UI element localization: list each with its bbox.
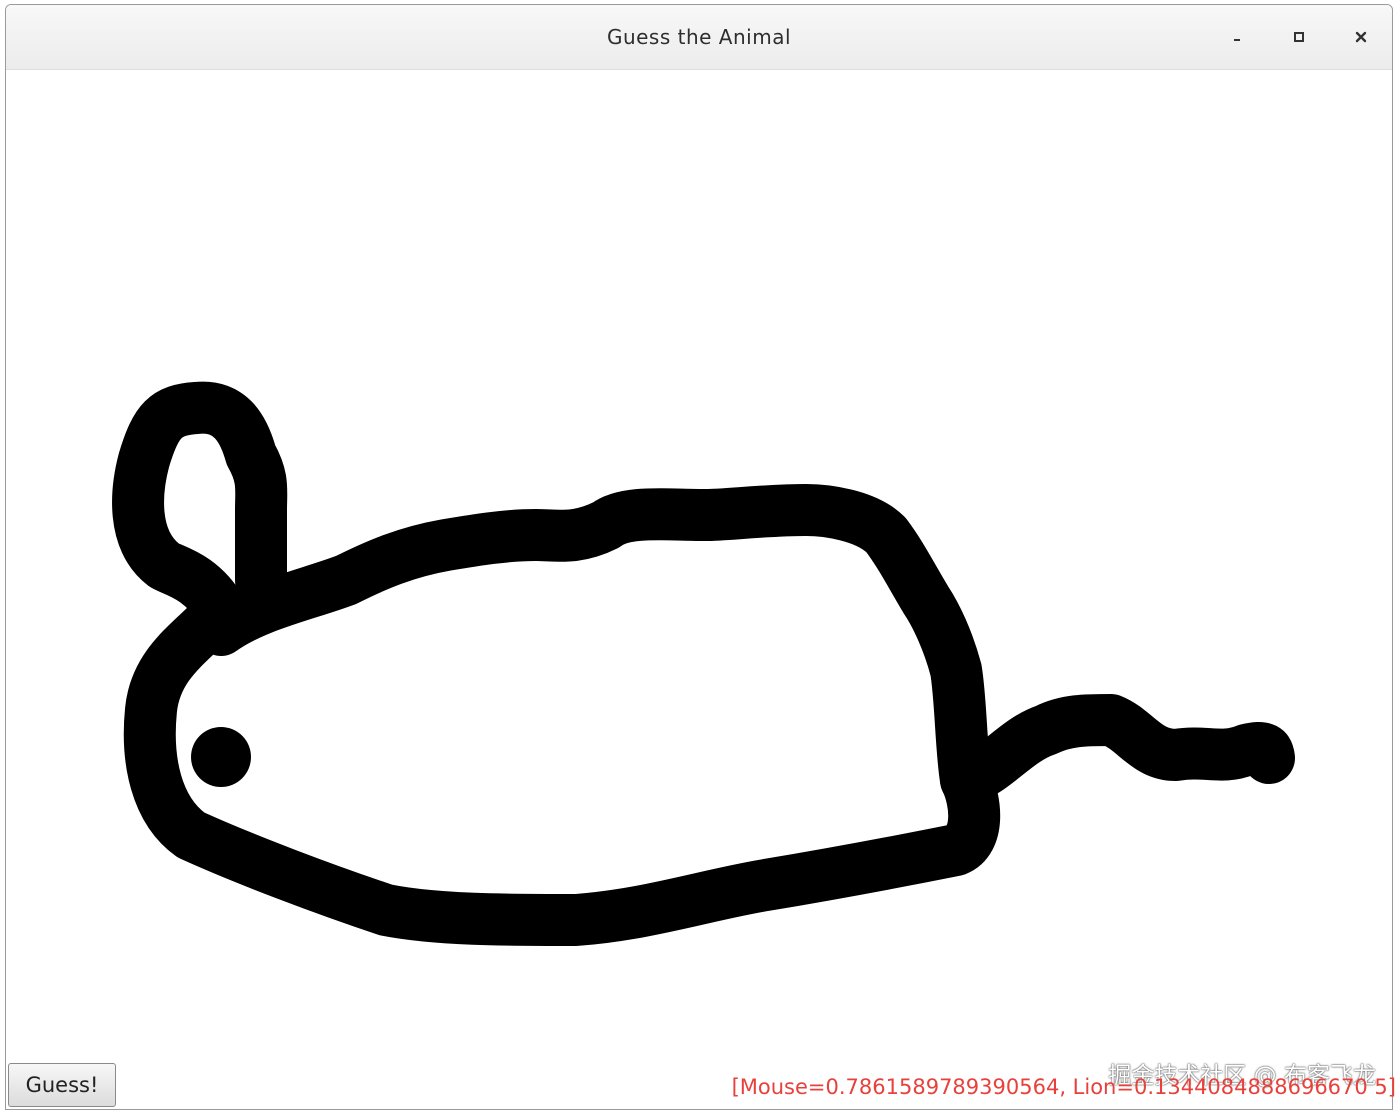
drawing-canvas[interactable] bbox=[6, 70, 1392, 1109]
ear-stroke bbox=[112, 381, 288, 636]
maximize-icon bbox=[1294, 32, 1304, 42]
window-title: Guess the Animal bbox=[606, 25, 792, 49]
maximize-button[interactable] bbox=[1285, 23, 1313, 51]
minimize-icon bbox=[1234, 39, 1240, 41]
close-button[interactable] bbox=[1347, 23, 1375, 51]
minimize-button[interactable] bbox=[1223, 23, 1251, 51]
tail-stroke bbox=[940, 694, 1295, 806]
title-bar[interactable]: Guess the Animal bbox=[6, 5, 1392, 70]
mouse-drawing bbox=[112, 381, 1295, 946]
close-icon bbox=[1355, 31, 1367, 43]
eye-mark bbox=[191, 727, 251, 787]
guess-button[interactable]: Guess! bbox=[8, 1063, 116, 1107]
prediction-result: [Mouse=0.7861589789390564, Lion=0.134408… bbox=[731, 1075, 1396, 1099]
app-window: Guess the Animal Guess! bbox=[5, 4, 1393, 1110]
